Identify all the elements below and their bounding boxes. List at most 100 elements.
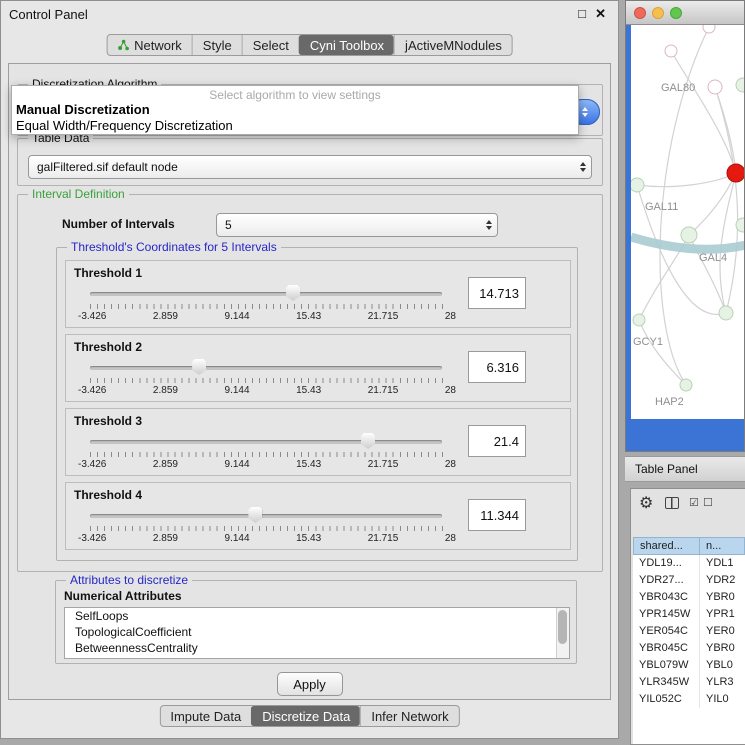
threshold-2-slider[interactable] <box>90 359 442 377</box>
network-canvas[interactable]: GAL80 GAL11 GAL4 GCY1 HAP2 <box>631 25 744 419</box>
select-none-checkbox-icon[interactable]: ☐ <box>703 496 713 509</box>
network-node[interactable] <box>703 25 715 33</box>
slider-scale: -3.426 2.859 9.144 15.43 21.715 28 <box>78 311 456 322</box>
slider-thumb[interactable] <box>361 433 375 449</box>
scale-label: 28 <box>445 459 456 470</box>
cell-shared-name: YLR345W <box>633 674 700 691</box>
threshold-4-value-field[interactable] <box>468 499 526 531</box>
tab-jactivemnodules[interactable]: jActiveMNodules <box>394 35 512 55</box>
tab-cyni-toolbox[interactable]: Cyni Toolbox <box>299 35 394 55</box>
slider-thumb[interactable] <box>248 507 262 523</box>
tab-discretize-data[interactable]: Discretize Data <box>251 706 360 726</box>
up-down-arrows-icon <box>580 162 586 172</box>
network-node[interactable] <box>719 306 733 320</box>
minimize-traffic-light-icon[interactable] <box>652 7 664 19</box>
cell-name: YDR2 <box>700 572 745 589</box>
network-node-gal4[interactable] <box>681 227 697 243</box>
cell-shared-name: YPR145W <box>633 606 700 623</box>
node-label-gal80: GAL80 <box>661 82 695 94</box>
popup-option-equal-width-frequency[interactable]: Equal Width/Frequency Discretization <box>12 118 578 134</box>
table-row[interactable]: YIL052C YIL0 <box>633 691 745 708</box>
vertical-scrollbar[interactable] <box>556 608 569 658</box>
scale-label: 15.43 <box>296 533 321 544</box>
slider-track[interactable] <box>90 366 442 370</box>
cell-shared-name: YBR045C <box>633 640 700 657</box>
number-of-intervals-combobox[interactable]: 5 <box>216 213 498 237</box>
cell-shared-name: YIL052C <box>633 691 700 708</box>
network-node[interactable] <box>736 78 744 92</box>
table-row[interactable]: YPR145W YPR1 <box>633 606 745 623</box>
slider-track[interactable] <box>90 440 442 444</box>
tab-select[interactable]: Select <box>242 35 299 55</box>
network-node-hap2[interactable] <box>680 379 692 391</box>
cell-name: YLR3 <box>700 674 745 691</box>
selected-red-node[interactable] <box>727 164 744 182</box>
apply-button[interactable]: Apply <box>277 672 343 696</box>
close-icon[interactable]: ✕ <box>595 6 606 22</box>
table-row[interactable]: YBR045C YBR0 <box>633 640 745 657</box>
table-row[interactable]: YBL079W YBL0 <box>633 657 745 674</box>
threshold-2-value-field[interactable] <box>468 351 526 383</box>
threshold-1-panel: Threshold 1 -3.426 2.859 9.144 15.43 21.… <box>65 260 571 328</box>
table-row[interactable]: YER054C YER0 <box>633 623 745 640</box>
slider-track[interactable] <box>90 514 442 518</box>
slider-track[interactable] <box>90 292 442 296</box>
scale-label: 9.144 <box>225 533 250 544</box>
cell-name: YPR1 <box>700 606 745 623</box>
table-row[interactable]: YDL19... YDL1 <box>633 555 745 572</box>
list-item[interactable]: SelfLoops <box>65 608 569 624</box>
table-toolbar: ⚙ ☑ ☐ <box>631 489 745 519</box>
threshold-1-value-field[interactable] <box>468 277 526 309</box>
algorithm-dropdown-popup: Select algorithm to view settings Manual… <box>11 85 579 135</box>
tab-impute-data[interactable]: Impute Data <box>160 706 251 726</box>
gear-icon[interactable]: ⚙ <box>639 493 653 513</box>
network-node[interactable] <box>665 45 677 57</box>
select-all-checkbox-icon[interactable]: ☑ <box>689 496 699 509</box>
zoom-traffic-light-icon[interactable] <box>670 7 682 19</box>
thresholds-group: Threshold's Coordinates for 5 Intervals … <box>56 247 578 561</box>
table-row[interactable]: YDR27... YDR2 <box>633 572 745 589</box>
close-traffic-light-icon[interactable] <box>634 7 646 19</box>
scale-label: 21.715 <box>368 459 399 470</box>
network-node-gal11[interactable] <box>631 178 644 192</box>
threshold-2-panel: Threshold 2 -3.426 2.859 9.144 15.43 21.… <box>65 334 571 402</box>
scale-label: 2.859 <box>153 533 178 544</box>
desktop: Control Panel □ ✕ Network Style Select C… <box>0 0 745 745</box>
threshold-3-slider[interactable] <box>90 433 442 451</box>
slider-thumb[interactable] <box>192 359 206 375</box>
popup-option-manual-discretization[interactable]: Manual Discretization <box>12 102 578 118</box>
float-window-icon[interactable]: □ <box>578 6 586 21</box>
slider-thumb[interactable] <box>286 285 300 301</box>
threshold-3-value-field[interactable] <box>468 425 526 457</box>
node-label-hap2: HAP2 <box>655 396 684 408</box>
scale-label: 28 <box>445 533 456 544</box>
threshold-3-panel: Threshold 3 -3.426 2.859 9.144 15.43 21.… <box>65 408 571 476</box>
number-of-intervals-value: 5 <box>225 218 232 232</box>
table-row[interactable]: YLR345W YLR3 <box>633 674 745 691</box>
scale-label: -3.426 <box>78 533 106 544</box>
threshold-4-slider[interactable] <box>90 507 442 525</box>
list-item[interactable]: TopologicalCoefficient <box>65 624 569 640</box>
tab-style[interactable]: Style <box>192 35 242 55</box>
network-icon <box>117 39 129 51</box>
network-node-gal80[interactable] <box>708 80 722 94</box>
list-item[interactable]: BetweennessCentrality <box>65 640 569 656</box>
slider-ticks <box>90 452 443 457</box>
threshold-4-label: Threshold 4 <box>74 488 142 502</box>
tab-infer-network[interactable]: Infer Network <box>360 706 458 726</box>
column-header-shared-name[interactable]: shared... <box>633 537 700 555</box>
attributes-list: SelfLoops TopologicalCoefficient Between… <box>64 607 570 659</box>
table-data-combobox[interactable]: galFiltered.sif default node <box>28 155 592 179</box>
columns-icon[interactable] <box>665 497 679 509</box>
scale-label: 9.144 <box>225 311 250 322</box>
table-panel-window: ⚙ ☑ ☐ shared... n... YDL19... YDL1 YDR27… <box>630 488 745 745</box>
scrollbar-thumb[interactable] <box>558 610 567 644</box>
threshold-1-slider[interactable] <box>90 285 442 303</box>
cell-name: YER0 <box>700 623 745 640</box>
scale-label: 9.144 <box>225 459 250 470</box>
tab-network[interactable]: Network <box>107 35 192 55</box>
column-header-name[interactable]: n... <box>700 537 745 555</box>
table-row[interactable]: YBR043C YBR0 <box>633 589 745 606</box>
threshold-3-label: Threshold 3 <box>74 414 142 428</box>
network-node-gcy1[interactable] <box>633 314 645 326</box>
